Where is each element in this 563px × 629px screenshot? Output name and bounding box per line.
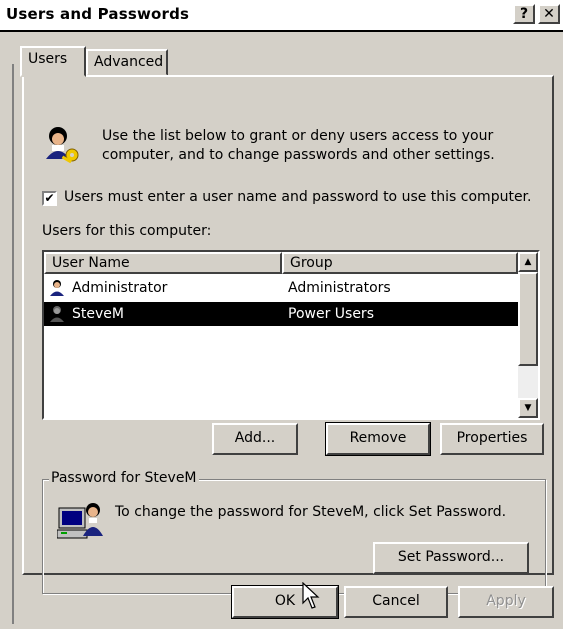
intro-text: Use the list below to grant or deny user… <box>102 128 495 163</box>
table-row[interactable]: Administrator Administrators <box>44 276 518 300</box>
tab-users[interactable]: Users <box>20 46 86 77</box>
password-group-title: Password for SteveM <box>49 470 199 486</box>
ok-button[interactable]: OK <box>231 585 339 619</box>
users-keys-icon <box>46 127 79 164</box>
scroll-thumb[interactable] <box>518 272 538 366</box>
properties-button[interactable]: Properties <box>440 423 544 455</box>
require-login-label[interactable]: Users must enter a user name and passwor… <box>64 189 531 205</box>
users-list-label: Users for this computer: <box>42 223 212 239</box>
title-bar[interactable]: Users and Passwords ? ✕ <box>0 0 563 32</box>
users-and-passwords-dialog: Users and Passwords ? ✕ Users Advanced U… <box>0 0 563 629</box>
apply-button[interactable]: Apply <box>458 586 554 618</box>
column-header-group[interactable]: Group <box>282 252 518 274</box>
close-button[interactable]: ✕ <box>538 4 560 24</box>
password-group-text: To change the password for SteveM, click… <box>115 504 507 520</box>
window-edge <box>12 64 14 624</box>
user-icon <box>50 306 64 322</box>
user-name-cell: SteveM <box>72 306 124 322</box>
require-login-checkbox[interactable]: ✔ <box>42 191 57 206</box>
users-tab-panel: Use the list below to grant or deny user… <box>22 75 554 594</box>
user-name-cell: Administrator <box>72 280 168 296</box>
scroll-down-icon[interactable]: ▼ <box>518 398 538 418</box>
set-password-button[interactable]: Set Password... <box>373 542 529 574</box>
user-icon <box>50 280 64 296</box>
scroll-up-icon[interactable]: ▲ <box>518 252 538 272</box>
tab-advanced[interactable]: Advanced <box>86 49 168 76</box>
mouse-pointer-icon <box>302 582 320 609</box>
password-groupbox: Password for SteveM To change the passwo… <box>42 470 546 594</box>
window-title: Users and Passwords <box>6 5 190 23</box>
group-cell: Power Users <box>288 306 374 322</box>
dialog-content: Users Advanced Use the list below to gra… <box>0 32 563 629</box>
remove-button[interactable]: Remove <box>325 422 431 456</box>
cancel-button[interactable]: Cancel <box>344 586 448 618</box>
column-header-user-name[interactable]: User Name <box>44 252 282 274</box>
computer-user-icon <box>57 503 103 539</box>
help-button[interactable]: ? <box>513 4 535 24</box>
table-row[interactable]: SteveM Power Users <box>44 302 518 326</box>
vertical-scrollbar[interactable]: ▲ ▼ <box>518 252 538 418</box>
add-button[interactable]: Add... <box>212 423 298 455</box>
group-cell: Administrators <box>288 280 391 296</box>
users-list[interactable]: User Name Group Administrator Administra… <box>42 250 540 420</box>
